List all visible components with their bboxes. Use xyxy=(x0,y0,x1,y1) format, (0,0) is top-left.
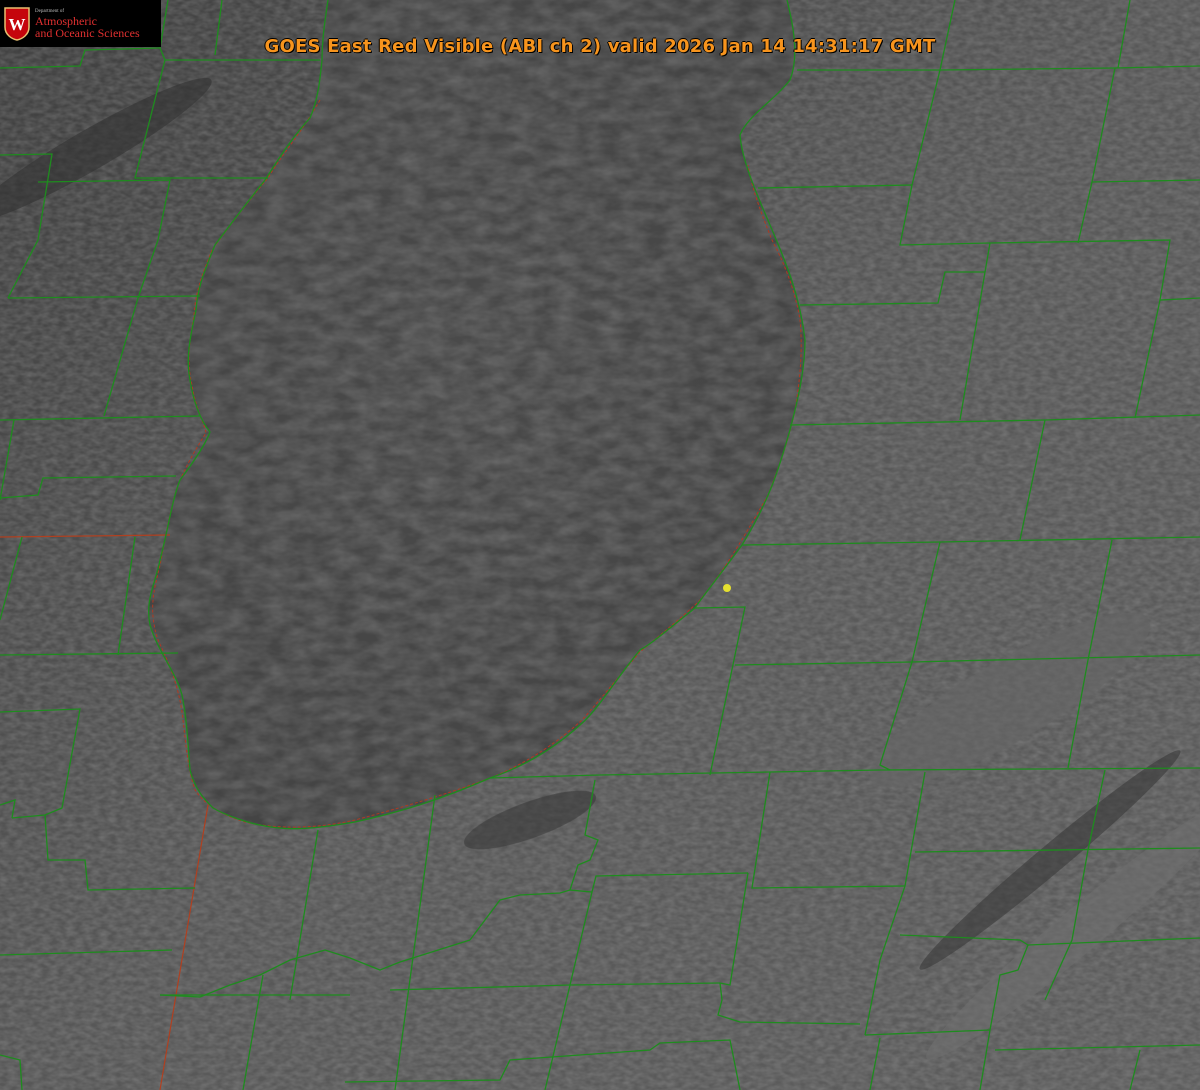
seal-letter: W xyxy=(9,15,26,34)
logo-text: Department of Atmospheric and Oceanic Sc… xyxy=(35,9,140,39)
map-canvas xyxy=(0,0,1200,1090)
image-title: GOES East Red Visible (ABI ch 2) valid 2… xyxy=(264,36,936,57)
logo-dept-text: Department of xyxy=(35,8,65,14)
satellite-map: W Department of Atmospheric and Oceanic … xyxy=(0,0,1200,1090)
logo-line-1: Atmospheric xyxy=(35,13,97,28)
location-marker xyxy=(723,584,731,592)
